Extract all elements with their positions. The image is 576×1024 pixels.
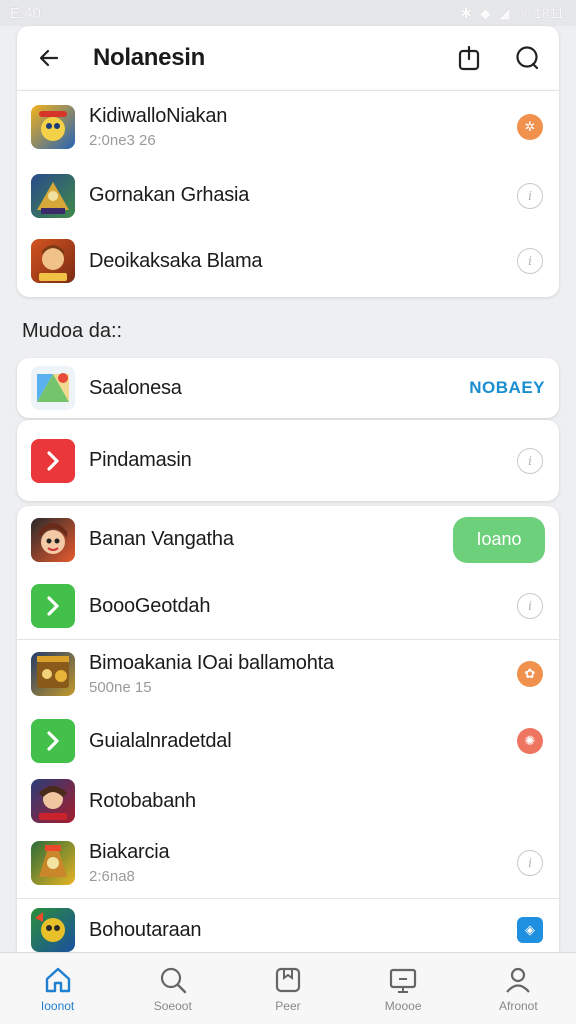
maps-icon: [31, 366, 75, 410]
app-subtitle: 2:0ne3 26: [89, 132, 156, 149]
app-icon: [31, 105, 75, 149]
info-icon[interactable]: i: [517, 447, 543, 474]
tab-label: Soeoot: [153, 998, 192, 1013]
app-name: Bimoakania IOai ballamohta: [89, 652, 334, 674]
chevron-right-icon: [47, 596, 59, 616]
tab-monitor[interactable]: Moooe: [353, 965, 453, 1013]
sun-badge-icon[interactable]: ✺: [517, 728, 543, 754]
bluetooth-icon: ✱: [460, 4, 472, 21]
home-icon: [45, 967, 70, 992]
app-name: KidiwalloNiakan: [89, 105, 228, 127]
info-icon[interactable]: i: [517, 593, 543, 619]
tab-account[interactable]: Afronot: [468, 965, 568, 1013]
list-item[interactable]: BoooGeotdah i: [17, 573, 559, 639]
section-row-card: Saalonesa NOBAEY: [17, 358, 559, 418]
tab-library[interactable]: Peer: [238, 965, 338, 1013]
app-icon: [31, 779, 75, 823]
tab-search[interactable]: Soeoot: [123, 965, 223, 1013]
battery-text: % 1811: [517, 5, 564, 21]
person-icon: [506, 967, 531, 993]
tab-home[interactable]: Ioonot: [8, 965, 108, 1013]
app-name: Guialalnradetdal: [89, 729, 232, 752]
status-bar: E:40 ✱ ◆ ◢ % 1811: [0, 0, 576, 26]
app-icon: [31, 908, 75, 952]
info-icon[interactable]: i: [517, 248, 543, 274]
app-name: Rotobabanh: [89, 789, 196, 812]
page-title: Nolanesin: [93, 44, 205, 71]
app-header: Nolanesin: [17, 26, 559, 90]
app-icon: [31, 173, 75, 218]
section-link[interactable]: NOBAEY: [469, 378, 545, 398]
gear-badge-icon[interactable]: ✲: [517, 114, 543, 140]
list-item[interactable]: Pindamasin i: [17, 420, 559, 501]
status-icons: ✱ ◆ ◢ % 1811: [460, 5, 564, 22]
section-heading: Mudoa da::: [22, 320, 123, 342]
second-app-list: Pindamasin i: [17, 420, 559, 501]
info-icon[interactable]: i: [517, 182, 543, 209]
list-item[interactable]: KidiwalloNiakan 2:0ne3 26 ✲: [17, 91, 559, 163]
app-icon: [31, 438, 75, 483]
app-name: Pindamasin: [89, 449, 192, 471]
app-name: BoooGeotdah: [89, 594, 211, 617]
install-button[interactable]: Ioano: [453, 516, 545, 563]
app-icon: [31, 239, 75, 283]
library-icon: [275, 967, 301, 992]
app-icon: [31, 517, 75, 562]
app-subtitle: 2:6na8: [89, 868, 135, 885]
bottom-tab-bar: Ioonot Soeoot Peer Moooe Afronot: [0, 952, 576, 1024]
app-name: Gornakan Grhasia: [89, 184, 250, 206]
tab-label: Moooe: [384, 998, 422, 1013]
list-item[interactable]: Deoikaksaka Blama i: [17, 228, 559, 294]
share-button[interactable]: [451, 40, 487, 76]
app-icon: [31, 584, 75, 628]
app-name: Biakarcia: [89, 841, 170, 863]
app-name: Saalonesa: [89, 376, 182, 399]
main-app-list: Banan Vangatha Ioano BoooGeotdah i Bimoa…: [17, 506, 559, 952]
top-app-list: KidiwalloNiakan 2:0ne3 26 ✲ Gornakan Grh…: [17, 90, 559, 297]
share-icon: [458, 45, 480, 71]
list-item[interactable]: Bohoutaraan ◈: [17, 899, 559, 952]
search-icon: [160, 967, 186, 993]
chevron-right-icon: [47, 731, 59, 751]
list-item[interactable]: Biakarcia 2:6na8 i: [17, 828, 559, 898]
status-time: E:40: [10, 4, 41, 22]
app-icon: [31, 652, 75, 696]
back-button[interactable]: [31, 40, 67, 76]
app-name: Bohoutaraan: [89, 918, 202, 941]
diamond-badge-icon[interactable]: ◈: [517, 917, 543, 943]
list-item[interactable]: Saalonesa NOBAEY: [17, 358, 559, 418]
list-item[interactable]: Bimoakania IOai ballamohta 500ne 15 ✿: [17, 640, 559, 708]
app-name: Banan Vangatha: [89, 528, 234, 550]
back-arrow-icon: [39, 49, 59, 67]
gear-badge-icon[interactable]: ✿: [517, 661, 543, 687]
tab-label: Peer: [275, 998, 301, 1013]
app-subtitle: 500ne 15: [89, 679, 152, 696]
app-icon: [31, 719, 75, 763]
info-icon[interactable]: i: [517, 850, 543, 876]
chat-button[interactable]: [509, 40, 545, 76]
list-item[interactable]: Guialalnradetdal ✺: [17, 708, 559, 774]
chevron-right-icon: [47, 450, 59, 471]
wifi-icon: ◆: [479, 4, 491, 21]
signal-icon: ◢: [498, 4, 510, 21]
list-item[interactable]: Gornakan Grhasia i: [17, 163, 559, 228]
app-name: Deoikaksaka Blama: [89, 249, 263, 272]
list-item[interactable]: Rotobabanh: [17, 774, 559, 828]
tab-label: Afronot: [498, 998, 538, 1013]
app-icon: [31, 841, 75, 885]
tab-label: Ioonot: [40, 998, 75, 1013]
list-item[interactable]: Banan Vangatha Ioano: [17, 506, 559, 573]
monitor-icon: [390, 968, 417, 993]
chat-icon: [516, 46, 539, 70]
